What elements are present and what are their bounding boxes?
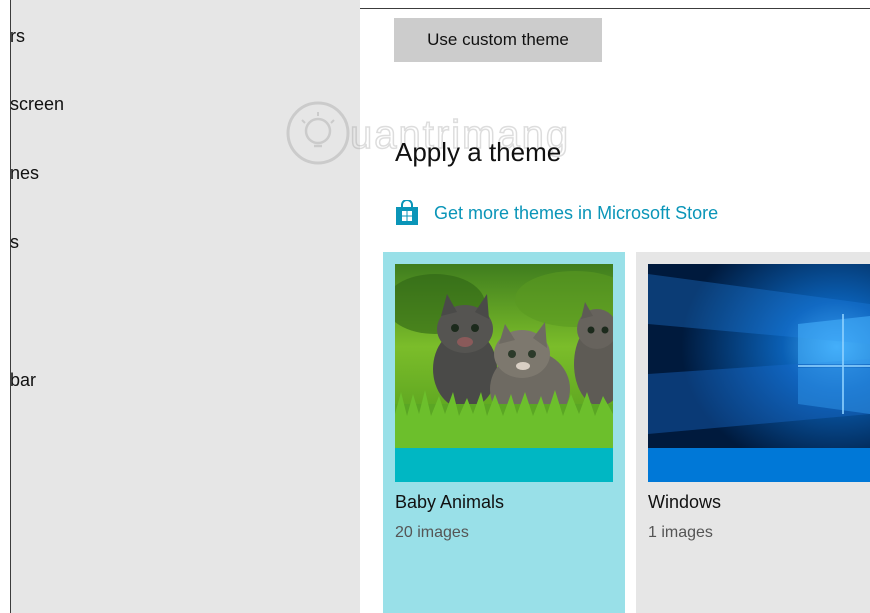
nav-item-taskbar[interactable]: bar: [10, 370, 36, 391]
windows-preview-image: [648, 264, 870, 448]
theme-name: Windows: [648, 492, 722, 512]
theme-accent-color-bar: [395, 448, 613, 482]
settings-nav-pane: rs screen nes s bar: [0, 0, 360, 613]
nav-item-colors[interactable]: rs: [10, 26, 25, 47]
theme-tile-baby-animals[interactable]: Baby Animals 20 images: [383, 252, 625, 613]
store-link-label[interactable]: Get more themes in Microsoft Store: [434, 203, 718, 224]
baby-animals-preview-image: [395, 264, 613, 448]
store-bag-icon: [396, 200, 418, 225]
nav-item-fonts[interactable]: s: [10, 232, 19, 253]
window-top-edge: [360, 8, 870, 9]
nav-item-lock-screen[interactable]: screen: [10, 94, 64, 115]
window-left-edge: [10, 0, 11, 613]
use-custom-theme-button[interactable]: Use custom theme: [394, 18, 602, 62]
theme-image-count: 1 images: [648, 524, 713, 541]
nav-item-themes[interactable]: nes: [10, 163, 39, 184]
window-left-margin: [0, 0, 10, 613]
theme-tile-windows[interactable]: Windows 1 images: [636, 252, 870, 613]
theme-accent-color-bar: [648, 448, 870, 482]
microsoft-store-link[interactable]: Get more themes in Microsoft Store: [394, 200, 718, 226]
theme-name: Baby Animals: [395, 492, 505, 512]
apply-theme-heading: Apply a theme: [395, 137, 562, 167]
theme-image-count: 20 images: [395, 524, 469, 541]
